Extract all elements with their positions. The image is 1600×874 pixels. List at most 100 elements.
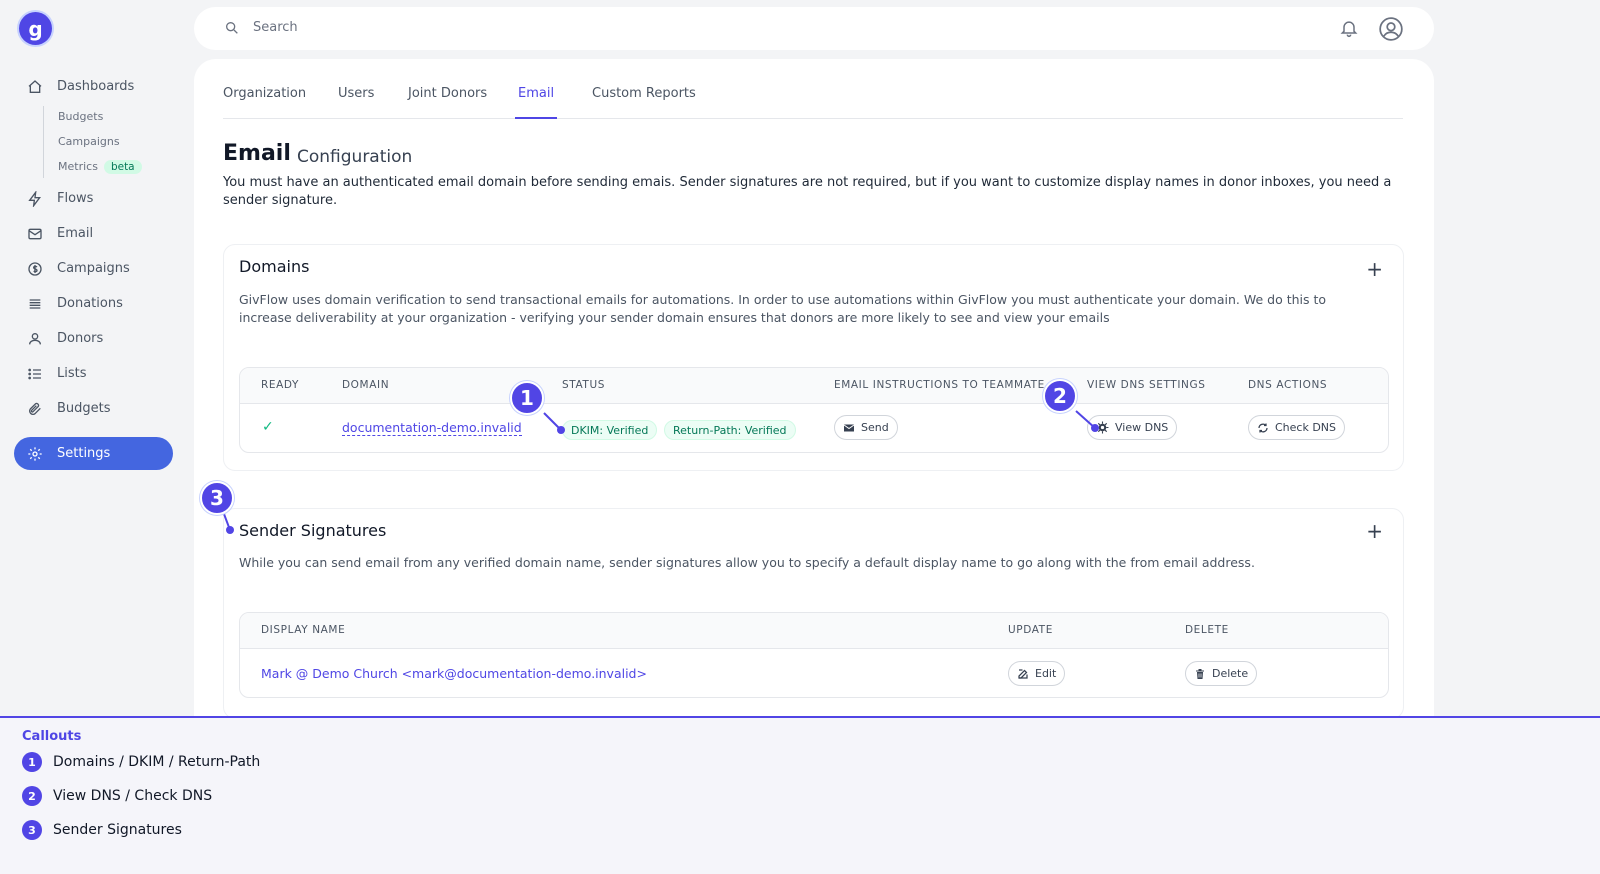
domains-description: GivFlow uses domain verification to send…	[239, 292, 1327, 325]
callout-1-anchor-dot	[557, 426, 565, 434]
column-header: DISPLAY NAME	[261, 624, 346, 636]
sidebar-item-budgets[interactable]: Budgets	[14, 392, 173, 425]
sidebar-item-donors[interactable]: Donors	[14, 322, 173, 355]
trash-icon	[1196, 668, 1204, 679]
send-instructions-button[interactable]: Send	[834, 415, 898, 440]
sender-signatures-title: Sender Signatures	[239, 521, 387, 540]
display-name-link[interactable]: Mark @ Demo Church <mark@documentation-d…	[261, 666, 647, 681]
domains-card: Domains + GivFlow uses domain verificati…	[223, 244, 1404, 471]
callout-item-3: 3 Sender Signatures	[22, 820, 182, 840]
column-header: EMAIL INSTRUCTIONS TO TEAMMATE	[834, 379, 1044, 391]
column-header: VIEW DNS SETTINGS	[1087, 379, 1206, 391]
button-label: Edit	[1035, 667, 1057, 680]
sidebar-item-label: Flows	[57, 191, 94, 206]
bolt-icon	[26, 190, 44, 208]
edit-icon	[1018, 668, 1028, 679]
sidebar-item-flows[interactable]: Flows	[14, 182, 173, 215]
sender-signatures-description: While you can send email from any verifi…	[239, 555, 1255, 570]
refresh-icon	[1258, 423, 1268, 432]
callout-2-anchor-dot	[1091, 424, 1099, 432]
callout-3-anchor-dot	[226, 526, 234, 534]
callout-text: Sender Signatures	[53, 822, 182, 838]
column-header: DOMAIN	[342, 379, 390, 391]
edit-signature-button[interactable]: Edit	[1008, 661, 1066, 686]
button-label: Send	[861, 421, 889, 434]
signatures-table: DISPLAY NAME UPDATE DELETE Mark @ Demo C…	[239, 612, 1389, 698]
button-label: Check DNS	[1275, 421, 1337, 434]
callout-number: 1	[22, 752, 42, 772]
domain-link[interactable]: documentation-demo.invalid	[342, 420, 522, 436]
column-header: UPDATE	[1008, 624, 1053, 636]
domains-table: READY DOMAIN STATUS EMAIL INSTRUCTIONS T…	[239, 367, 1389, 453]
page-intro: You must have an authenticated email dom…	[223, 175, 1392, 208]
sidebar: g Dashboards Budgets Campaigns Metrics be…	[0, 0, 190, 716]
bulleted-list-icon	[26, 365, 44, 383]
beta-badge: beta	[103, 160, 142, 174]
sidebar-item-settings[interactable]: Settings	[14, 437, 173, 470]
dkim-status-badge: DKIM: Verified	[562, 420, 658, 440]
callout-item-1: 1 Domains / DKIM / Return-Path	[22, 752, 260, 772]
user-avatar-icon[interactable]	[1378, 16, 1404, 46]
sidebar-item-label: Email	[57, 226, 94, 241]
envelope-icon	[843, 424, 855, 431]
sidebar-item-campaigns[interactable]: Campaigns	[14, 252, 173, 285]
tab-users[interactable]: Users	[338, 86, 374, 119]
sidebar-item-label: Lists	[57, 366, 87, 381]
search-input[interactable]: Search	[253, 20, 298, 35]
callout-item-2: 2 View DNS / Check DNS	[22, 786, 212, 806]
envelope-icon	[26, 225, 44, 243]
bell-icon[interactable]	[1339, 18, 1359, 42]
app-logo[interactable]: g	[19, 12, 52, 45]
search-icon	[224, 20, 240, 40]
callout-marker-3: 3	[200, 481, 234, 515]
callout-number: 2	[22, 786, 42, 806]
tab-custom-reports[interactable]: Custom Reports	[592, 86, 696, 119]
ready-check-icon: ✓	[262, 419, 274, 435]
dollar-icon	[26, 260, 44, 278]
subnav-item-label: Metrics	[58, 160, 98, 173]
callout-marker-2: 2	[1043, 379, 1077, 413]
add-signature-button[interactable]: +	[1366, 521, 1383, 541]
sidebar-item-label: Budgets	[57, 401, 111, 416]
column-header: DELETE	[1185, 624, 1229, 636]
domains-title: Domains	[239, 257, 310, 276]
subnav-item-budgets[interactable]: Budgets	[58, 110, 103, 123]
main-panel: Organization Users Joint Donors Email Cu…	[194, 59, 1434, 719]
subnav-item-metrics[interactable]: Metrics beta	[58, 160, 142, 174]
column-header: DNS ACTIONS	[1248, 379, 1328, 391]
sidebar-item-label: Settings	[57, 446, 111, 461]
tab-organization[interactable]: Organization	[223, 86, 306, 119]
table-header: DISPLAY NAME UPDATE DELETE	[240, 613, 1388, 649]
tab-email[interactable]: Email	[515, 86, 558, 119]
view-dns-button[interactable]: View DNS	[1087, 415, 1178, 440]
check-dns-button[interactable]: Check DNS	[1248, 415, 1346, 440]
delete-signature-button[interactable]: Delete	[1185, 661, 1258, 686]
column-header: READY	[261, 379, 300, 391]
sidebar-item-label: Donors	[57, 331, 104, 346]
sidebar-item-label: Dashboards	[57, 79, 135, 94]
column-header: STATUS	[562, 379, 605, 391]
add-domain-button[interactable]: +	[1366, 259, 1383, 279]
logo-letter: g	[28, 16, 43, 41]
list-icon	[26, 295, 44, 313]
sidebar-item-email[interactable]: Email	[14, 217, 173, 250]
tab-joint-donors[interactable]: Joint Donors	[408, 86, 487, 119]
sidebar-item-dashboards[interactable]: Dashboards	[14, 70, 173, 103]
callouts-panel: Callouts 1 Domains / DKIM / Return-Path …	[0, 716, 1600, 874]
callout-text: Domains / DKIM / Return-Path	[53, 754, 261, 770]
return-path-status-badge: Return-Path: Verified	[664, 420, 796, 440]
paperclip-icon	[26, 400, 44, 418]
subnav-item-campaigns[interactable]: Campaigns	[58, 135, 120, 148]
sidebar-item-label: Donations	[57, 296, 123, 311]
callouts-title: Callouts	[22, 729, 82, 744]
callout-marker-1: 1	[510, 381, 544, 415]
sidebar-item-donations[interactable]: Donations	[14, 287, 173, 320]
button-label: Delete	[1212, 667, 1249, 680]
gear-icon	[26, 445, 44, 463]
page-title: Email	[223, 141, 291, 166]
callout-text: View DNS / Check DNS	[53, 788, 213, 804]
sidebar-item-lists[interactable]: Lists	[14, 357, 173, 390]
sender-signatures-card: Sender Signatures + While you can send e…	[223, 508, 1404, 719]
table-header: READY DOMAIN STATUS EMAIL INSTRUCTIONS T…	[240, 368, 1388, 404]
dashboards-subnav: Budgets Campaigns Metrics beta	[43, 106, 173, 178]
